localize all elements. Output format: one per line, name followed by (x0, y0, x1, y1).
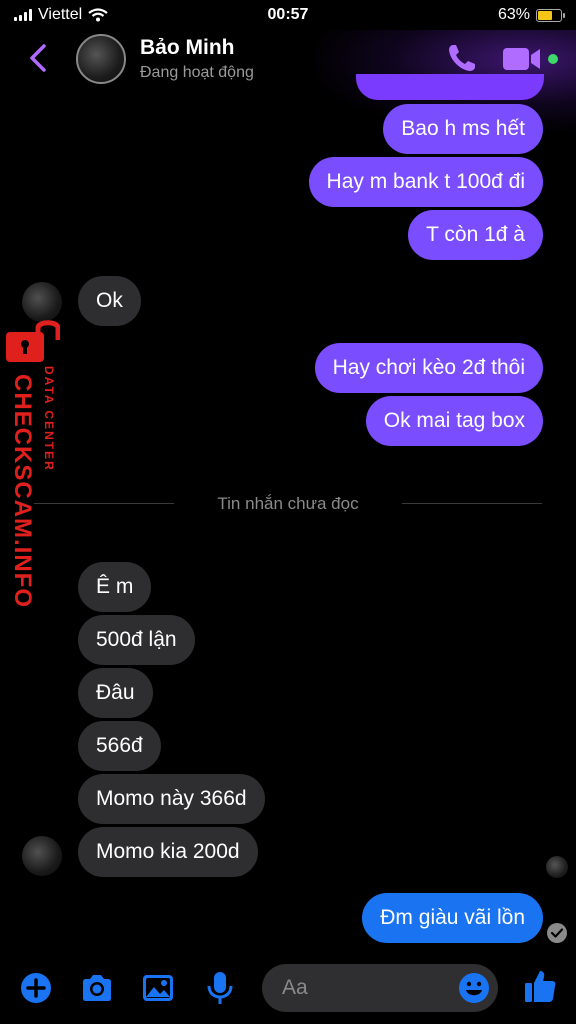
microphone-button[interactable] (202, 970, 238, 1006)
message-bubble-outgoing[interactable]: Bao h ms hết (383, 104, 543, 154)
message-bubble-incoming[interactable]: Ê m (78, 562, 152, 612)
message-bubble-outgoing[interactable]: Hay chơi kèo 2đ thôi (314, 343, 543, 393)
status-bar: Viettel 00:57 63% (0, 0, 576, 30)
contact-status: Đang hoạt động (140, 64, 254, 81)
emoji-button[interactable] (458, 972, 490, 1004)
divider-line-right (402, 503, 542, 504)
sender-avatar[interactable] (22, 836, 62, 876)
contact-avatar[interactable] (76, 34, 126, 84)
message-bubble-incoming[interactable]: Momo kia 200d (78, 827, 258, 877)
back-button[interactable] (24, 40, 54, 76)
unread-divider-label: Tin nhắn chưa đọc (217, 494, 359, 513)
message-bubble-outgoing[interactable]: Hay m bank t 100đ đi (308, 157, 543, 207)
watermark-subtitle: DATA CENTER (42, 366, 56, 472)
watermark-title: CHECKSCAM.INFO (9, 374, 36, 608)
battery-icon (536, 8, 565, 22)
message-input[interactable] (282, 964, 442, 1012)
message-bubble-outgoing[interactable]: Đm giàu vãi lồn (362, 893, 543, 943)
phone-call-button[interactable] (446, 42, 478, 74)
message-bubble-incoming[interactable]: 500đ lận (78, 615, 195, 665)
message-bubble-incoming[interactable]: 566đ (78, 721, 161, 771)
like-button[interactable] (522, 968, 558, 1004)
message-bubble-partial (356, 74, 544, 100)
battery-percent: 63% (497, 6, 530, 23)
plus-button[interactable] (18, 970, 54, 1006)
contact-name[interactable]: Bảo Minh (140, 36, 235, 60)
seen-receipt-avatar (546, 856, 568, 878)
camera-button[interactable] (79, 970, 115, 1006)
online-status-dot (548, 54, 558, 64)
composer-bar (0, 960, 576, 1024)
watermark: CHECKSCAM.INFO DATA CENTER (0, 306, 64, 608)
message-bubble-incoming[interactable]: Ok (78, 276, 141, 326)
video-call-button[interactable] (502, 46, 542, 72)
message-bubble-outgoing[interactable]: Ok mai tag box (365, 396, 543, 446)
battery-group: 63% (497, 6, 565, 24)
message-bubble-outgoing[interactable]: T còn 1đ à (408, 210, 543, 260)
gallery-button[interactable] (140, 970, 176, 1006)
lock-icon (6, 320, 60, 362)
message-bubble-incoming[interactable]: Đâu (78, 668, 153, 718)
delivered-check-icon (547, 923, 567, 943)
battery-level (538, 10, 552, 20)
clock: 00:57 (267, 6, 309, 23)
message-composer[interactable] (262, 964, 498, 1012)
message-bubble-incoming[interactable]: Momo này 366d (78, 774, 265, 824)
